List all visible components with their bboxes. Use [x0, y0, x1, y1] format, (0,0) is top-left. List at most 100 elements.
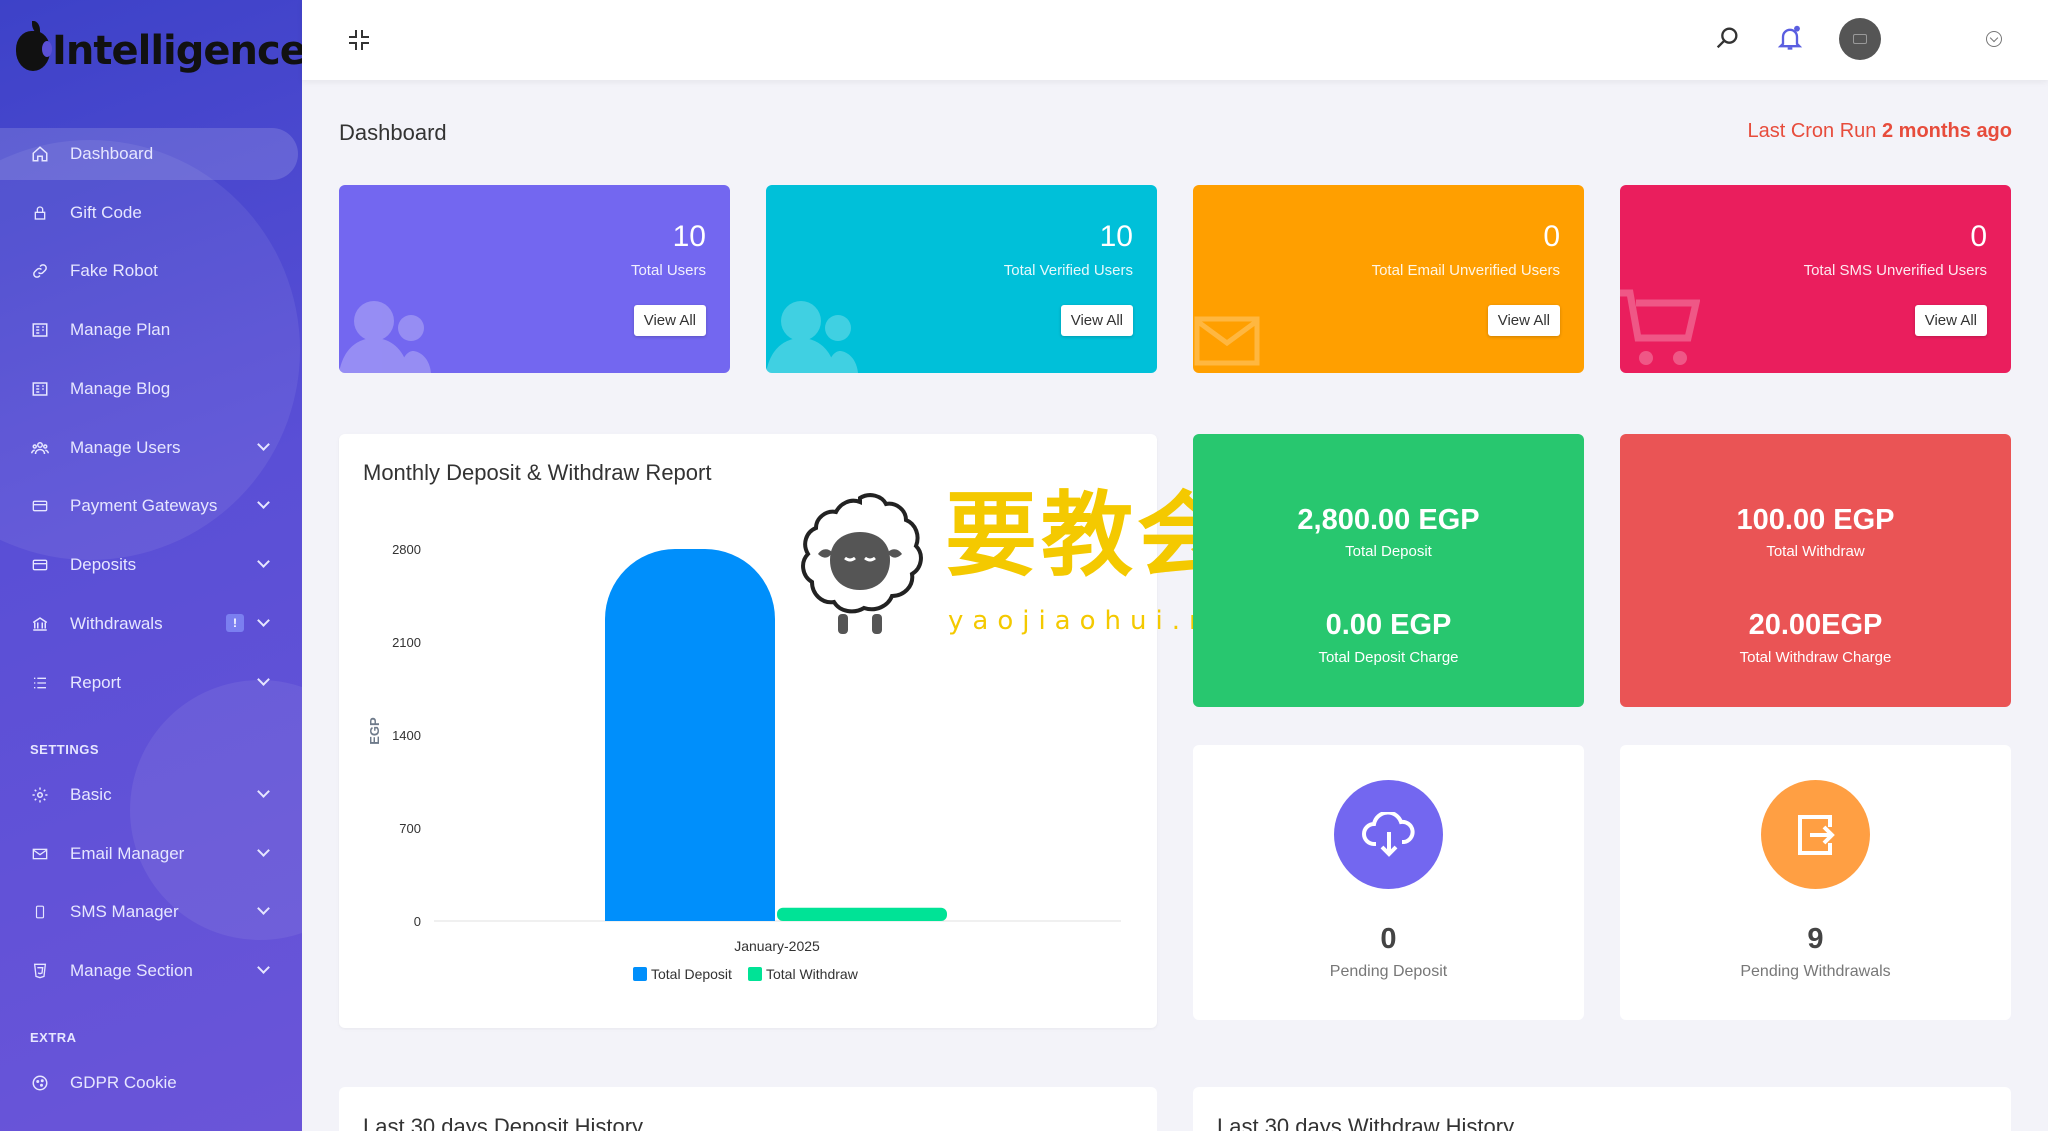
bar-total-withdraw [777, 907, 947, 921]
legend-swatch-deposit [633, 967, 647, 981]
pending-withdrawals-count: 9 [1807, 923, 1824, 955]
stat-value: 10 [672, 220, 706, 253]
total-withdraw-label: Total Withdraw [1766, 543, 1865, 560]
envelope-icon [1194, 316, 1260, 366]
page-title: Dashboard [339, 120, 447, 145]
users-icon [766, 301, 858, 373]
last-cron-run: Last Cron Run 2 months ago [1747, 120, 2012, 143]
home-icon [30, 144, 50, 164]
total-withdraw-value: 100.00 EGP [1736, 504, 1895, 536]
building-icon [30, 320, 50, 340]
sidebar-item-manage-section[interactable]: Manage Section [0, 945, 298, 997]
sidebar: Intelligence Dashboard Gift Code Fake Ro… [0, 0, 302, 1131]
search-icon[interactable] [1713, 24, 1743, 54]
avatar[interactable] [1839, 18, 1881, 60]
alert-badge: ! [226, 614, 244, 632]
sidebar-item-basic[interactable]: Basic [0, 769, 298, 821]
brand-logo[interactable]: Intelligence [16, 21, 302, 76]
list-icon [30, 673, 50, 693]
pending-withdrawals-label: Pending Withdrawals [1740, 963, 1891, 980]
y-axis-label: EGP [367, 717, 382, 745]
stat-value: 0 [1543, 220, 1560, 253]
sidebar-item-label: Withdrawals [70, 614, 163, 633]
deposit-charge-label: Total Deposit Charge [1318, 649, 1459, 666]
brand-name: Intelligence [52, 28, 302, 74]
pending-deposit-card[interactable]: 0 Pending Deposit [1193, 745, 1584, 1020]
gear-icon [30, 785, 50, 805]
sidebar-item-label: Report [70, 673, 122, 692]
section-title-settings: SETTINGS [30, 742, 100, 757]
cookie-icon [30, 1073, 50, 1093]
apple-logo-icon [16, 21, 52, 71]
view-all-email-unverified-button[interactable]: View All [1487, 305, 1560, 336]
sidebar-item-label: Fake Robot [70, 261, 158, 280]
stat-card-email-unverified: 0 Total Email Unverified Users View All [1193, 185, 1584, 373]
compress-icon[interactable] [347, 28, 371, 52]
sidebar-item-payment-gateways[interactable]: Payment Gateways [0, 480, 298, 532]
stat-card-verified-users: 10 Total Verified Users View All [766, 185, 1157, 373]
stat-label: Total SMS Unverified Users [1803, 262, 1987, 279]
sidebar-item-email-manager[interactable]: Email Manager [0, 828, 298, 880]
sidebar-item-gdpr-cookie[interactable]: GDPR Cookie [0, 1057, 298, 1109]
chevron-down-icon [257, 844, 270, 857]
sidebar-item-label: Dashboard [70, 144, 154, 163]
pending-withdrawals-card[interactable]: 9 Pending Withdrawals [1620, 745, 2011, 1020]
sidebar-item-label: Manage Blog [70, 379, 171, 398]
sidebar-item-manage-users[interactable]: Manage Users [0, 422, 298, 474]
sidebar-item-manage-plan[interactable]: Manage Plan [0, 304, 298, 356]
credit-card-icon [30, 555, 50, 575]
deposit-history-card: Last 30 days Deposit History [339, 1087, 1157, 1131]
lock-icon [30, 203, 50, 223]
bank-icon [30, 614, 50, 634]
chevron-down-icon [257, 438, 270, 451]
sidebar-item-withdrawals[interactable]: Withdrawals ! [0, 598, 298, 650]
sidebar-item-dashboard[interactable]: Dashboard [0, 128, 298, 180]
sidebar-item-label: Basic [70, 785, 112, 804]
withdraw-history-card: Last 30 days Withdraw History [1193, 1087, 2011, 1131]
view-all-verified-button[interactable]: View All [1060, 305, 1133, 336]
users-icon [30, 438, 50, 458]
sidebar-item-label: Payment Gateways [70, 496, 218, 515]
cron-value: 2 months ago [1881, 120, 2012, 142]
chevron-down-icon [257, 785, 270, 798]
view-all-users-button[interactable]: View All [633, 305, 706, 336]
sidebar-item-manage-blog[interactable]: Manage Blog [0, 363, 298, 415]
sidebar-item-deposits[interactable]: Deposits [0, 539, 298, 591]
sidebar-item-fake-robot[interactable]: Fake Robot [0, 245, 298, 297]
cron-label: Last Cron Run [1747, 120, 1877, 142]
html5-icon [30, 961, 50, 981]
chevron-down-icon [257, 961, 270, 974]
x-tick-label: January-2025 [734, 938, 820, 954]
stat-label: Total Users [630, 262, 706, 279]
pending-deposit-label: Pending Deposit [1329, 963, 1448, 980]
shopping-cart-icon [1620, 289, 1700, 365]
total-deposit-label: Total Deposit [1345, 543, 1432, 560]
bar-total-deposit-base [605, 841, 775, 921]
watermark-text: 要教会 [945, 482, 1234, 589]
view-all-sms-unverified-button[interactable]: View All [1914, 305, 1987, 336]
stat-label: Total Verified Users [1003, 262, 1133, 279]
y-tick-label: 2100 [392, 635, 421, 650]
sidebar-item-label: GDPR Cookie [70, 1073, 177, 1092]
sidebar-item-sms-manager[interactable]: SMS Manager [0, 886, 298, 938]
y-tick-label: 2800 [392, 542, 421, 557]
total-deposit-value: 2,800.00 EGP [1297, 504, 1480, 536]
sidebar-item-label: Deposits [70, 555, 137, 574]
bell-icon[interactable] [1776, 24, 1806, 54]
y-tick-label: 700 [399, 821, 421, 836]
chevron-down-icon [257, 902, 270, 915]
legend-label-withdraw[interactable]: Total Withdraw [766, 966, 859, 982]
sidebar-item-report[interactable]: Report [0, 657, 298, 709]
sidebar-item-gift-code[interactable]: Gift Code [0, 187, 298, 239]
topbar [302, 0, 2048, 80]
deposit-charge-value: 0.00 EGP [1325, 609, 1452, 641]
withdraw-charge-label: Total Withdraw Charge [1739, 649, 1892, 666]
sidebar-item-label: Gift Code [70, 203, 142, 222]
chevron-down-icon [257, 555, 270, 568]
y-tick-label: 1400 [392, 728, 421, 743]
sidebar-item-label: Email Manager [70, 844, 185, 863]
chevron-down-icon[interactable] [1986, 31, 2002, 47]
legend-label-deposit[interactable]: Total Deposit [651, 966, 732, 982]
cloud-download-icon [1334, 780, 1443, 889]
deposit-summary-card: 2,800.00 EGP Total Deposit 0.00 EGP Tota… [1193, 434, 1584, 707]
